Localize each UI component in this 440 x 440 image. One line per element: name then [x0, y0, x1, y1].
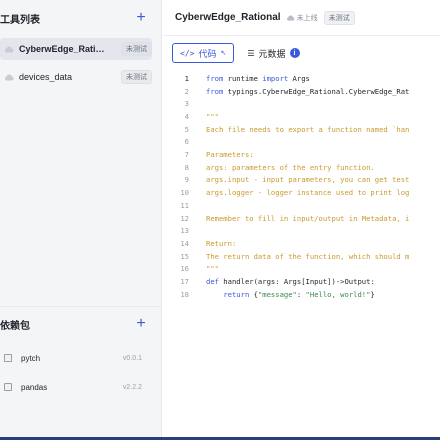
code-line: 1 from runtime import Args [163, 72, 440, 85]
cloud-icon [286, 13, 295, 22]
code-line: 9 args.input - input parameters, you can … [163, 174, 440, 187]
code-text: Each file needs to export a function nam… [206, 124, 410, 134]
add-dependency-button[interactable]: + [134, 316, 148, 332]
line-number: 5 [184, 124, 189, 134]
code-text: return {"message": "Hello, world!"} [223, 289, 375, 299]
code-icon: </> [180, 48, 195, 58]
code-line: 2 from typings.CyberwEdge_Rational.Cyberw… [163, 85, 440, 98]
page-title: CyberwEdge_Rational [175, 12, 281, 23]
line-number: 8 [184, 162, 189, 172]
line-number: 13 [180, 226, 189, 236]
line-number: 10 [180, 188, 189, 198]
cloud-icon [4, 44, 14, 54]
line-number: 11 [180, 200, 189, 210]
dependency-item-pytch[interactable]: pytch v0.0.1 [0, 349, 162, 367]
code-line: 6 [163, 136, 440, 149]
line-number: 16 [180, 264, 189, 274]
code-line: 4 """ [163, 110, 440, 123]
code-line: 13 [163, 224, 440, 237]
code-line: 11 [163, 199, 440, 212]
dependency-item-pandas[interactable]: pandas v2.2.2 [0, 378, 162, 396]
code-line: 3 [163, 97, 440, 110]
code-line: 18 return {"message": "Hello, world!"} [163, 288, 440, 301]
code-line: 17 def handler(args: Args[Input])->Output… [163, 275, 440, 288]
code-text: from runtime import Args [206, 73, 310, 83]
dependency-name: pandas [21, 382, 48, 392]
dependency-name: pytch [21, 353, 41, 363]
code-line: 15 The return data of the function, which… [163, 250, 440, 263]
header-bar: CyberwEdge_Rational 未上线 未测试 [163, 0, 440, 36]
editor-tabs: </> 代码 ↖ ☰ 元数据 i [163, 36, 440, 70]
tool-item-cyberwedge[interactable]: CyberwEdge_Rati… 未测试 [0, 38, 152, 60]
app-window: 工具列表 + CyberwEdge_Rati… 未测试 devices_data… [0, 0, 440, 440]
package-icon [4, 354, 12, 362]
status-badge: 未测试 [121, 70, 152, 84]
tab-metadata[interactable]: ☰ 元数据 i [240, 43, 306, 63]
code-text: from typings.CyberwEdge_Rational.CyberwE… [206, 86, 410, 96]
sidebar: 工具列表 + CyberwEdge_Rati… 未测试 devices_data… [0, 0, 162, 437]
code-text: """ [206, 111, 219, 121]
line-number: 15 [180, 251, 189, 261]
package-icon [4, 383, 12, 391]
cloud-icon [4, 72, 14, 82]
add-tool-button[interactable]: + [134, 10, 148, 26]
tab-label: 代码 [198, 48, 217, 59]
status-badge: 未测试 [121, 42, 152, 56]
code-text: def handler(args: Args[Input])->Output: [206, 277, 375, 287]
info-icon: i [289, 48, 300, 58]
code-editor[interactable]: 1 from runtime import Args 2 from typings.C… [163, 72, 440, 312]
code-line: 14 Return: [163, 237, 440, 250]
dependency-version: v2.2.2 [122, 383, 142, 391]
line-number: 2 [184, 86, 189, 96]
deps-section-header: 依赖包 + [0, 314, 162, 334]
tab-label: 元数据 [258, 48, 286, 59]
line-number: 17 [180, 277, 189, 287]
tools-section-header: 工具列表 + [0, 8, 162, 28]
code-text: args.input - input parameters, you can g… [206, 175, 410, 185]
line-number: 1 [184, 73, 189, 83]
tool-name: CyberwEdge_Rati… [19, 44, 105, 54]
tab-code[interactable]: </> 代码 ↖ [172, 43, 235, 63]
code-text: args.logger - logger instance used to pr… [206, 188, 410, 198]
line-number: 7 [184, 150, 189, 160]
line-number: 14 [180, 238, 189, 248]
code-text: The return data of the function, which s… [206, 251, 410, 261]
deps-section-title: 依赖包 [0, 320, 30, 332]
code-text: Parameters: [206, 150, 254, 160]
code-line: 7 Parameters: [163, 148, 440, 161]
line-number: 6 [184, 137, 189, 147]
code-line: 12 Remember to fill in input/output in Me… [163, 212, 440, 225]
code-text: args: parameters of the entry function. [206, 162, 375, 172]
tool-name: devices_data [19, 72, 73, 82]
test-status-badge: 未测试 [323, 10, 355, 25]
code-line: 10 args.logger - logger instance used to … [163, 186, 440, 199]
code-line: 5 Each file needs to export a function na… [163, 123, 440, 136]
line-number: 3 [184, 99, 189, 109]
main-panel: CyberwEdge_Rational 未上线 未测试 </> 代码 ↖ ☰ 元… [163, 0, 440, 437]
list-icon: ☰ [247, 48, 255, 58]
line-number: 18 [180, 289, 189, 299]
section-divider [0, 306, 162, 307]
tool-item-devices-data[interactable]: devices_data 未测试 [0, 66, 152, 88]
tools-section-title: 工具列表 [0, 14, 40, 26]
code-line: 8 args: parameters of the entry function. [163, 161, 440, 174]
code-line: 16 """ [163, 263, 440, 276]
arrow-icon: ↖ [220, 50, 227, 57]
publish-status: 未上线 [296, 14, 318, 22]
line-number: 4 [184, 111, 189, 121]
code-text: """ [206, 264, 219, 274]
code-text: Return: [206, 238, 237, 248]
dependency-version: v0.0.1 [122, 354, 142, 362]
line-number: 12 [180, 213, 189, 223]
line-number: 9 [184, 175, 189, 185]
code-text: Remember to fill in input/output in Meta… [206, 213, 410, 223]
